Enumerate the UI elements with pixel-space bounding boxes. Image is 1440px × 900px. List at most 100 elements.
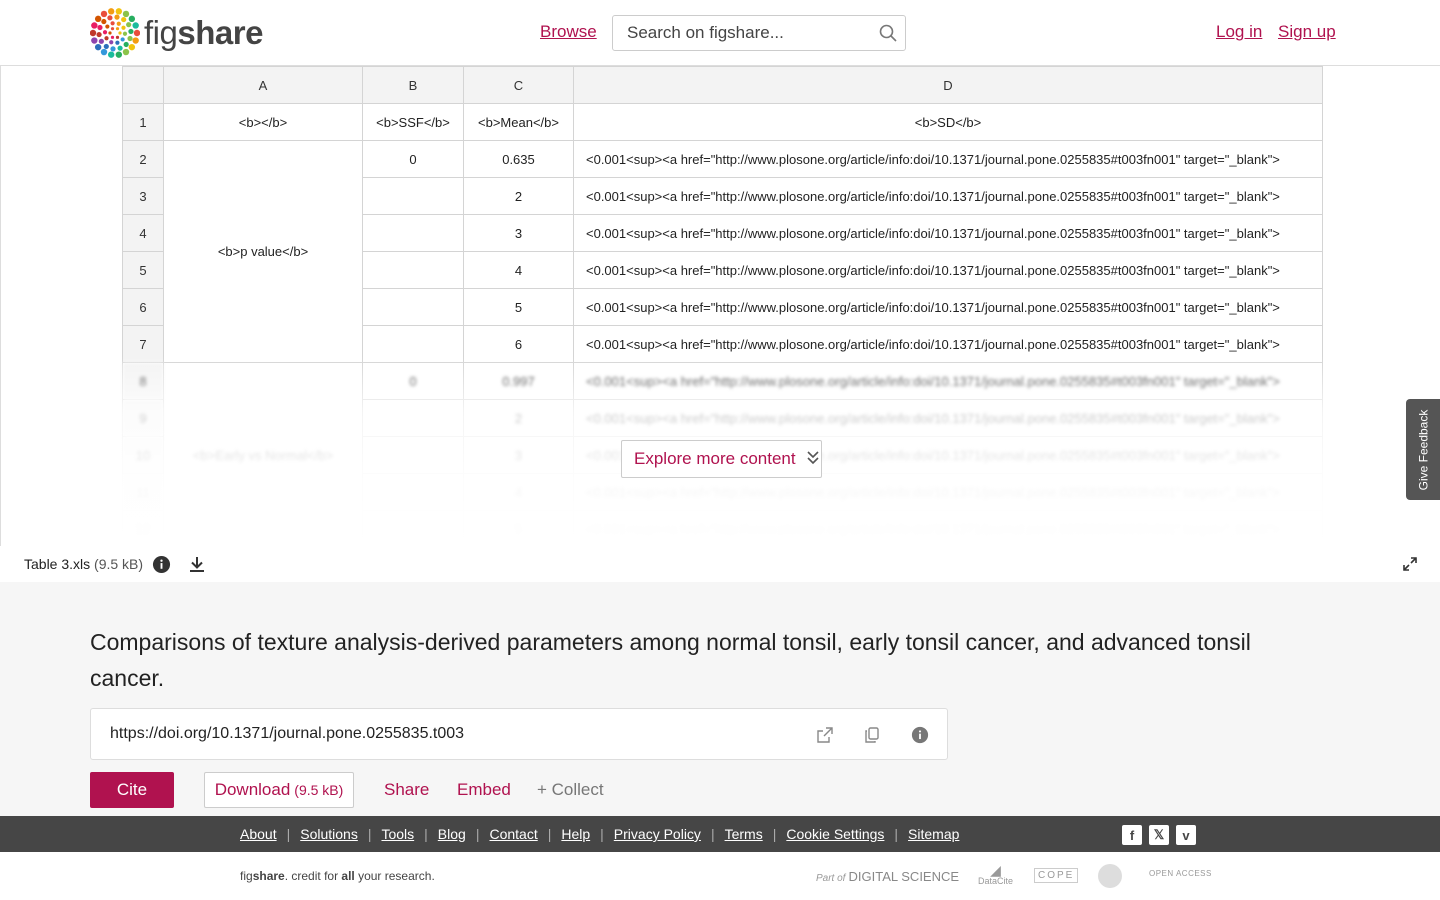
row-number: 4 — [122, 214, 164, 252]
footer-bottom: figshare. credit for all your research. … — [0, 852, 1440, 900]
table-cell: <0.001<sup><a href="http://www.plosone.o… — [573, 177, 1323, 215]
search-box — [612, 15, 906, 51]
fullscreen-icon[interactable] — [1400, 554, 1420, 574]
login-link[interactable]: Log in — [1216, 22, 1262, 42]
file-preview[interactable]: A B C D 1 <b></b> <b>SSF</b> <b>Mean</b>… — [0, 66, 1440, 546]
row-number: 10 — [122, 436, 164, 474]
cope-logo[interactable]: COPE — [1034, 868, 1079, 883]
footer-link-sitemap[interactable]: Sitemap — [908, 826, 959, 842]
column-header: A — [163, 66, 363, 104]
table-cell: 3 — [463, 214, 574, 252]
doi-link[interactable]: https://doi.org/10.1371/journal.pone.025… — [110, 725, 464, 743]
download-button[interactable]: Download (9.5 kB) — [204, 772, 354, 808]
table-cell — [362, 251, 464, 289]
signup-link[interactable]: Sign up — [1278, 22, 1336, 42]
open-access-logo[interactable]: OPEN ACCESS — [1149, 869, 1212, 878]
footer-link-blog[interactable]: Blog — [438, 826, 466, 842]
share-button[interactable]: Share — [384, 780, 429, 800]
table-row: 2 <b>p value</b> 0 0.635 <0.001<sup><a h… — [122, 140, 1323, 363]
row-number: 2 — [122, 140, 164, 178]
footer-link-cookie-settings[interactable]: Cookie Settings — [786, 826, 884, 842]
table-cell: 4 — [463, 251, 574, 289]
explore-more-label: Explore more content — [634, 449, 796, 468]
footer-link-terms[interactable]: Terms — [725, 826, 763, 842]
footer-link-help[interactable]: Help — [561, 826, 590, 842]
file-info-icon[interactable] — [151, 554, 171, 574]
table-cell — [362, 510, 464, 546]
footer-tagline: figshare. credit for all your research. — [240, 869, 435, 883]
table-cell: 4 — [463, 473, 574, 511]
table-cell: <b>Mean</b> — [463, 103, 574, 141]
page-title: Comparisons of texture analysis-derived … — [90, 629, 1251, 691]
explore-more-button[interactable]: Explore more content — [621, 440, 822, 478]
figshare-logo-mark-icon — [90, 8, 140, 58]
table-cell: 3 — [463, 436, 574, 474]
row-number: 11 — [122, 473, 164, 511]
search-icon[interactable] — [871, 16, 905, 50]
table-cell: <0.001<sup><a href="http://www.plosone.o… — [573, 251, 1323, 289]
file-bar: Table 3.xls (9.5 kB) — [0, 546, 1440, 582]
table-cell-merged: <b>p value</b> — [163, 140, 363, 363]
x-icon[interactable]: 𝕏 — [1149, 825, 1169, 845]
column-header: C — [463, 66, 574, 104]
footer-link-about[interactable]: About — [240, 826, 277, 842]
row-number: 12 — [122, 510, 164, 546]
table-cell-merged: <b>Early vs Normal</b> — [163, 362, 363, 546]
collect-button[interactable]: + Collect — [537, 780, 604, 800]
embed-button[interactable]: Embed — [457, 780, 511, 800]
datacite-logo[interactable]: ◢ DataCite — [978, 863, 1013, 886]
row-number: 3 — [122, 177, 164, 215]
column-header-row: A B C D — [122, 66, 1323, 104]
give-feedback-tab[interactable]: Give Feedback — [1406, 399, 1440, 500]
table-row: 1 <b></b> <b>SSF</b> <b>Mean</b> <b>SD</… — [122, 103, 1323, 141]
table-cell: <b>SD</b> — [573, 103, 1323, 141]
download-label: Download — [214, 780, 291, 799]
table-cell: <0.001<sup><a href="http://www.plosone.o… — [573, 140, 1323, 178]
digital-science-logo[interactable]: Part of DIGITAL SCIENCE — [816, 869, 959, 884]
row-number: 6 — [122, 288, 164, 326]
copy-icon[interactable] — [862, 725, 882, 745]
table-cell: 0 — [362, 362, 464, 400]
footer-link-privacy[interactable]: Privacy Policy — [614, 826, 701, 842]
logo-text: figshare — [144, 14, 263, 51]
facebook-icon[interactable]: f — [1122, 825, 1142, 845]
footer-link-tools[interactable]: Tools — [381, 826, 414, 842]
table-cell: 5 — [463, 288, 574, 326]
search-input[interactable] — [613, 16, 871, 50]
table-cell — [362, 473, 464, 511]
table-cell: 2 — [463, 399, 574, 437]
browse-link[interactable]: Browse — [540, 22, 597, 42]
table-cell: <0.001<sup><a href="http://www.plosone.o… — [573, 325, 1323, 363]
table-cell: 2 — [463, 177, 574, 215]
table-cell: 6 — [463, 325, 574, 363]
table-cell: <0.001<sup><a href="http://www.plosone.o… — [573, 214, 1323, 252]
table-cell: 0.997 — [463, 362, 574, 400]
figshare-logo[interactable]: figshare — [90, 8, 263, 58]
footer-links: About | Solutions | Tools | Blog | Contact | … — [240, 826, 960, 842]
partner-seal-logo[interactable] — [1098, 864, 1122, 888]
table-cell: <0.001<sup><a href="http://www.plosone.o… — [573, 510, 1323, 546]
vimeo-icon[interactable]: v — [1176, 825, 1196, 845]
table-cell: <0.001<sup><a href="http://www.plosone.o… — [573, 362, 1323, 400]
table-cell: 5 — [463, 510, 574, 546]
table-cell — [362, 399, 464, 437]
download-icon[interactable] — [187, 554, 207, 574]
table-cell — [362, 436, 464, 474]
table-cell — [362, 325, 464, 363]
table-cell: <0.001<sup><a href="http://www.plosone.o… — [573, 288, 1323, 326]
table-cell — [362, 288, 464, 326]
table-cell — [362, 177, 464, 215]
footer-link-contact[interactable]: Contact — [489, 826, 537, 842]
table-cell — [362, 214, 464, 252]
external-link-icon[interactable] — [815, 725, 835, 745]
footer-link-solutions[interactable]: Solutions — [300, 826, 358, 842]
row-number: 7 — [122, 325, 164, 363]
footer-nav: About | Solutions | Tools | Blog | Contact | … — [0, 816, 1440, 852]
table-row: 8 <b>Early vs Normal</b> 0 0.997 <0.001<… — [122, 362, 1323, 546]
table-cell: 0 — [362, 140, 464, 178]
doi-info-icon[interactable] — [910, 725, 930, 745]
cite-button[interactable]: Cite — [90, 772, 174, 808]
row-number: 9 — [122, 399, 164, 437]
table-cell: <b></b> — [163, 103, 363, 141]
download-size: (9.5 kB) — [294, 782, 344, 798]
